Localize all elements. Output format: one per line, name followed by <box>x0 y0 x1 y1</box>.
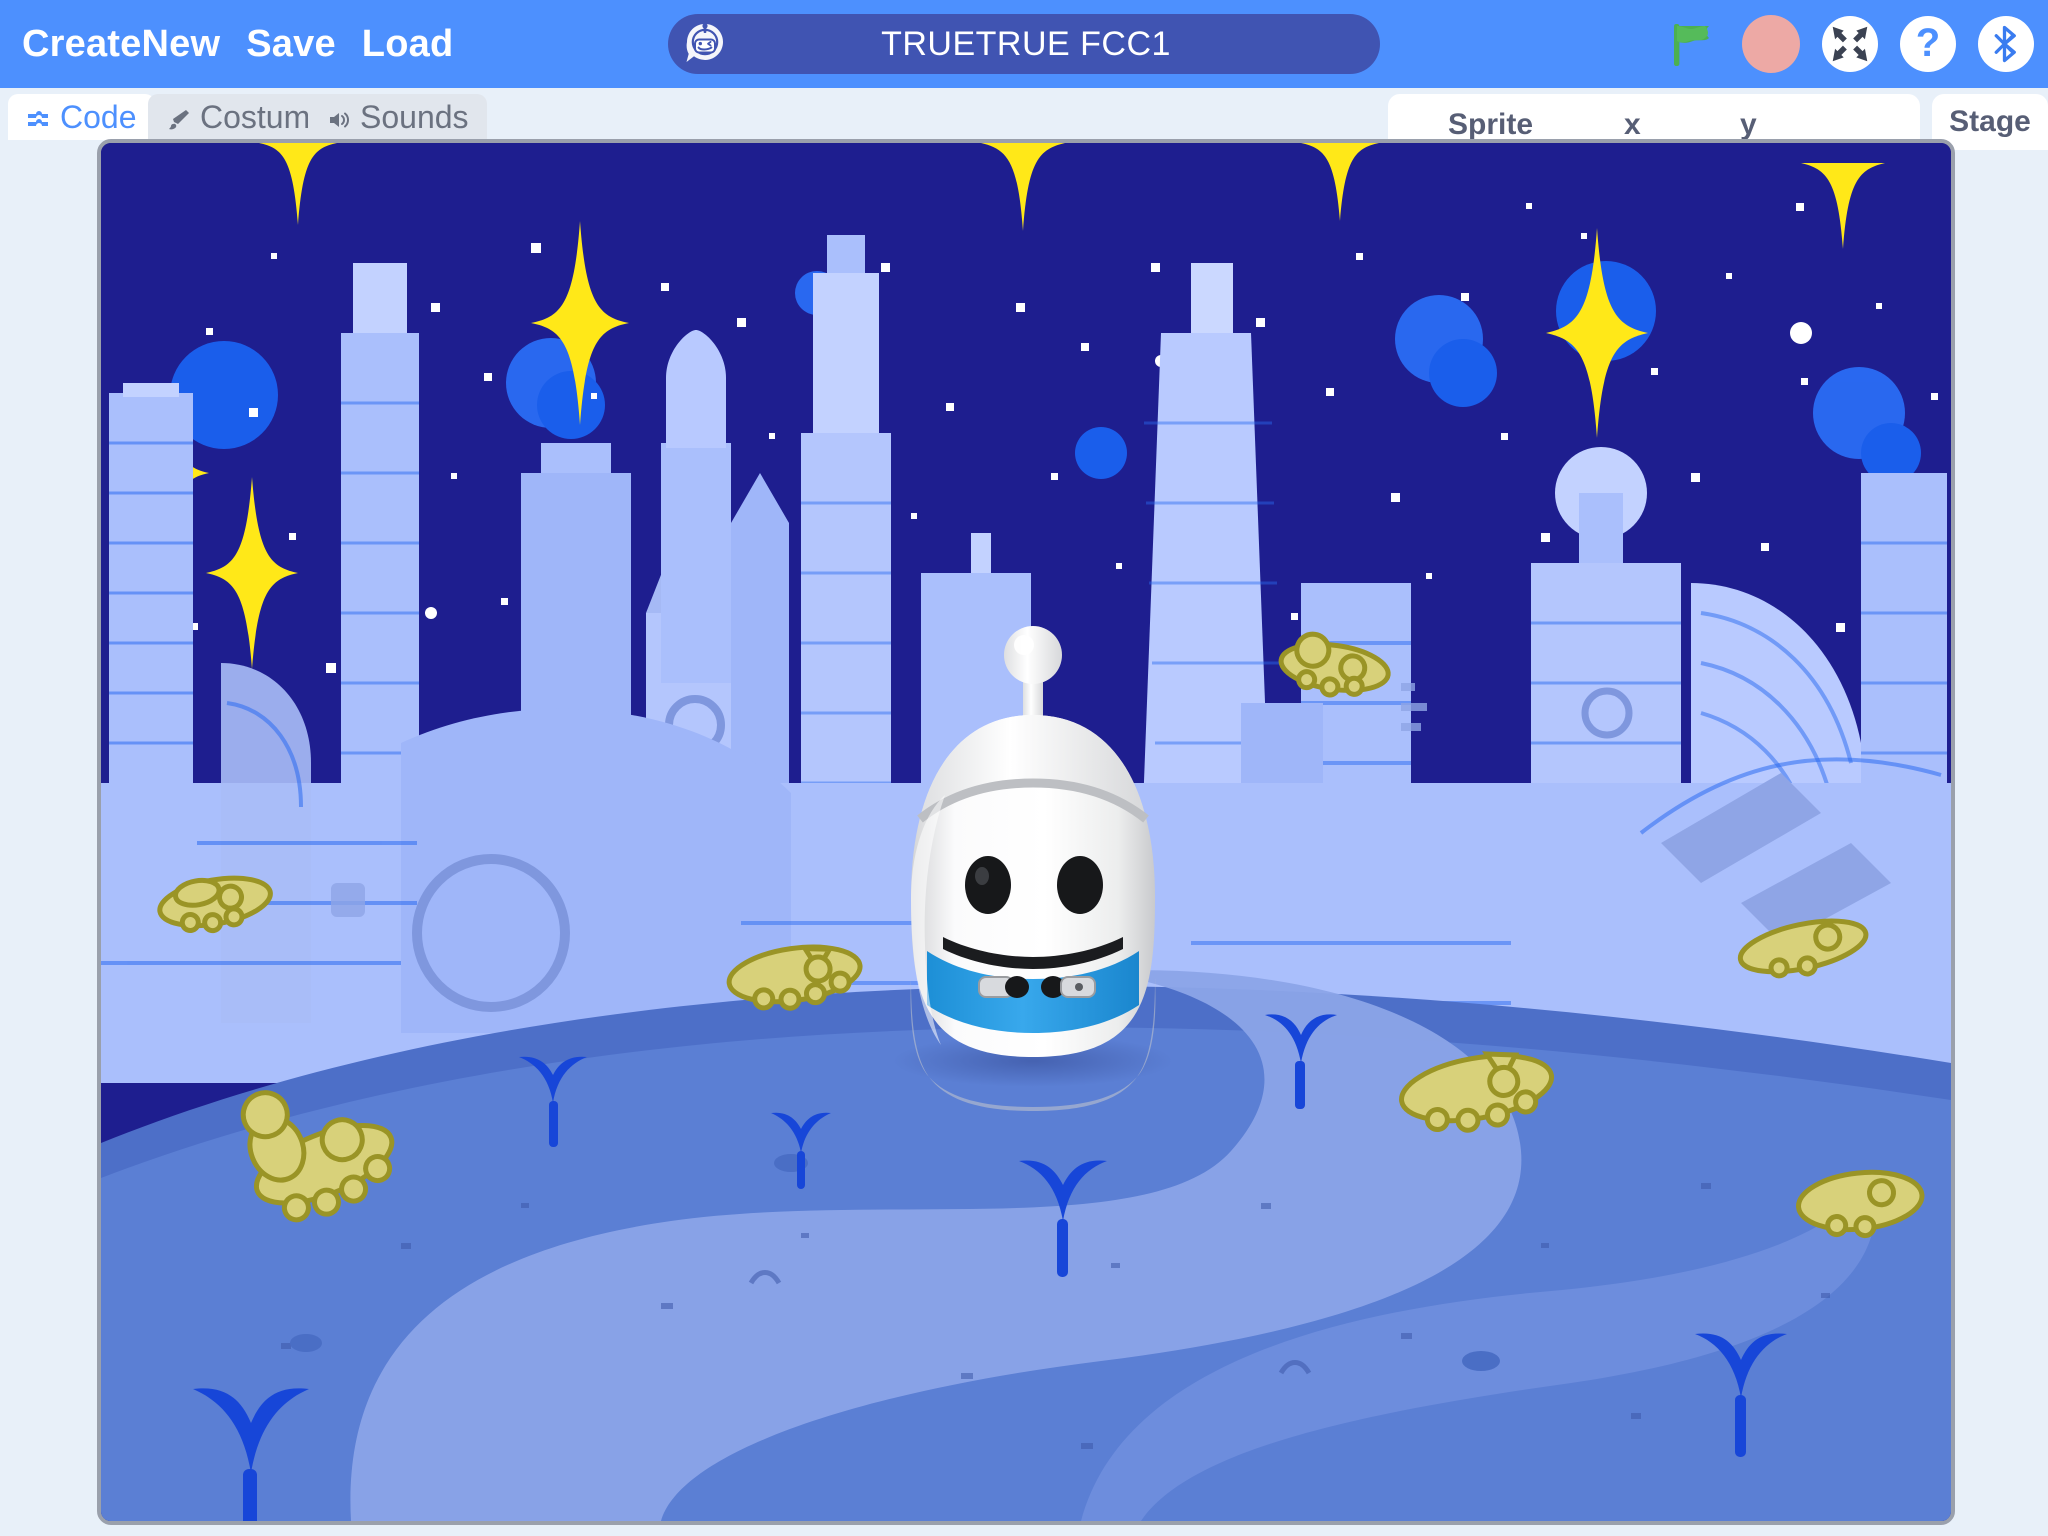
stage-panel-label: Stage <box>1949 105 2031 138</box>
code-blocks-icon <box>26 104 52 130</box>
stage-canvas[interactable] <box>97 139 1955 1525</box>
question-mark-icon: ? <box>1915 21 1941 65</box>
menu-bar: CreateNew Save Load TRUETRUE FCC1 ? <box>0 0 2048 88</box>
small-stage-button[interactable] <box>1822 16 1878 72</box>
menu-controls-group: ? <box>1664 0 2034 88</box>
menu-load[interactable]: Load <box>362 23 454 66</box>
menu-left-group: CreateNew Save Load <box>22 23 453 66</box>
bluetooth-icon <box>1994 25 2016 63</box>
bluetooth-button[interactable] <box>1978 16 2034 72</box>
space-city-backdrop <box>101 143 1951 1521</box>
tab-code[interactable]: Code <box>8 94 155 140</box>
stop-button[interactable] <box>1742 15 1800 73</box>
project-title-text: TRUETRUE FCC1 <box>881 24 1171 63</box>
green-flag-icon <box>1674 24 1709 66</box>
stage-backdrop <box>101 143 1951 1521</box>
menu-save[interactable]: Save <box>246 23 336 66</box>
menu-create-new[interactable]: CreateNew <box>22 23 220 66</box>
y-column-label: y <box>1740 108 1757 141</box>
shrink-arrows-icon <box>1832 26 1868 62</box>
robot-face-icon <box>682 21 728 67</box>
help-button[interactable]: ? <box>1900 16 1956 72</box>
x-column-label: x <box>1624 108 1641 141</box>
sprite-column-label: Sprite <box>1448 108 1534 141</box>
project-title-pill[interactable]: TRUETRUE FCC1 <box>668 14 1380 74</box>
tab-code-label: Code <box>60 98 137 135</box>
speaker-icon <box>326 104 352 130</box>
tab-sounds[interactable]: Sounds <box>308 94 487 140</box>
tab-sounds-label: Sounds <box>360 98 469 135</box>
green-flag-button[interactable] <box>1664 16 1720 72</box>
paintbrush-icon <box>166 104 192 130</box>
